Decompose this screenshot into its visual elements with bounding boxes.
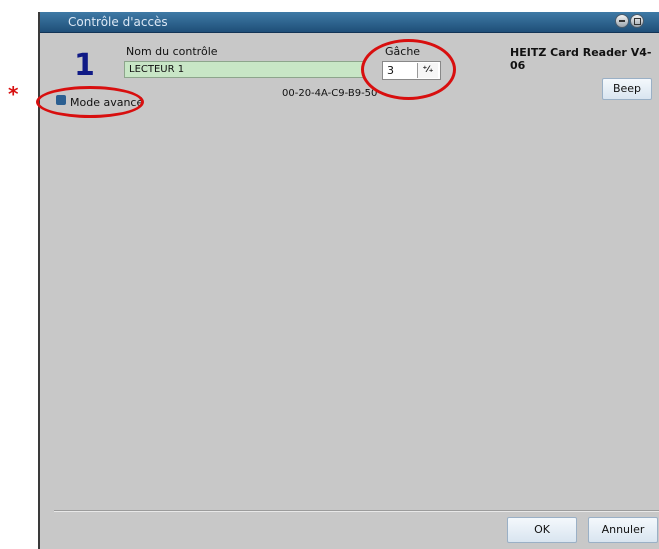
minimize-icon[interactable] — [615, 14, 629, 28]
annotation-asterisk: * — [8, 82, 19, 106]
name-label: Nom du contrôle — [126, 45, 218, 58]
ok-button[interactable]: OK — [507, 517, 577, 543]
mac-address: 00-20-4A-C9-B9-50 — [282, 88, 378, 99]
cancel-button[interactable]: Annuler — [588, 517, 658, 543]
maximize-icon[interactable] — [630, 14, 644, 28]
product-name: HEITZ Card Reader V4-06 — [510, 46, 652, 72]
footer-divider — [54, 510, 659, 512]
beep-button[interactable]: Beep — [602, 78, 652, 100]
control-number: 1 — [74, 48, 95, 83]
control-name-input[interactable]: LECTEUR 1 — [124, 61, 364, 78]
annotation-circle-gache — [361, 39, 456, 100]
window-title: Contrôle d'accès — [68, 15, 168, 29]
access-control-window: Contrôle d'accès 1 Nom du contrôle LECTE… — [36, 12, 659, 549]
annotation-circle-mode — [36, 86, 144, 118]
title-bar: Contrôle d'accès — [40, 12, 659, 33]
